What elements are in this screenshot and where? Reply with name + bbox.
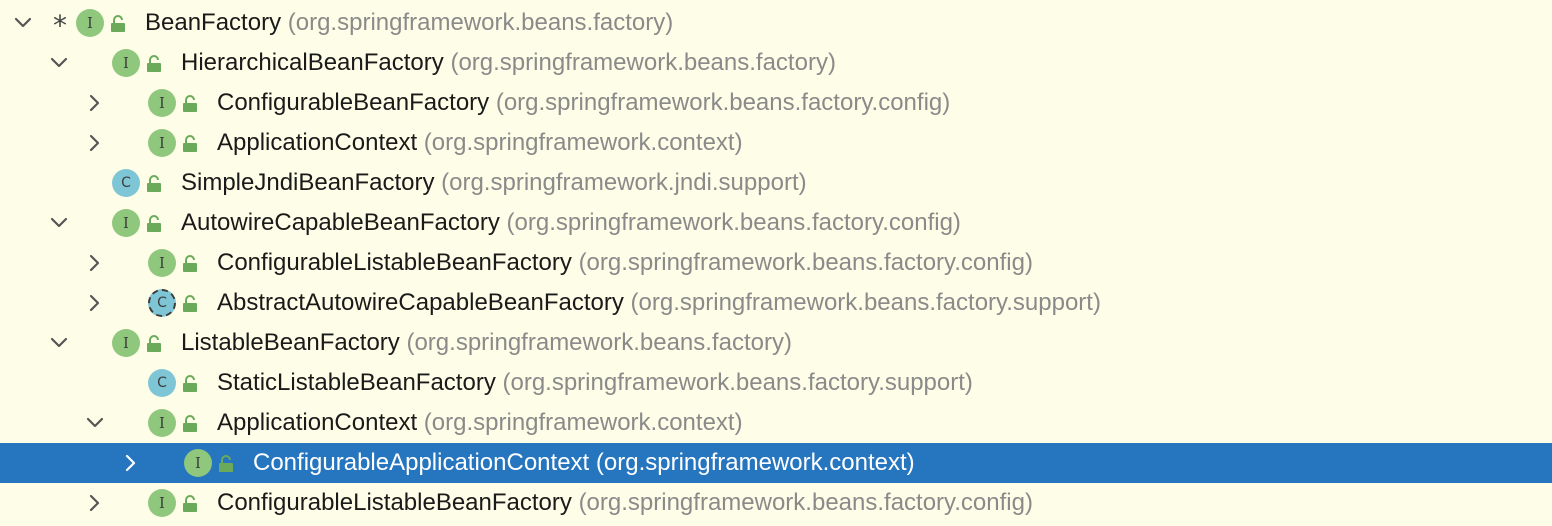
tree-node[interactable]: * I BeanFactory (org.springframework.bean… (0, 3, 1552, 43)
tree-node-label: ConfigurableListableBeanFactory (org.spr… (217, 483, 1033, 523)
tree-node[interactable]: I ConfigurableApplicationContext (org.sp… (0, 443, 1552, 483)
interface-icon: I (112, 49, 140, 77)
tree-node[interactable]: C SimpleJndiBeanFactory (org.springframe… (0, 163, 1552, 203)
type-name: AbstractAutowireCapableBeanFactory (217, 289, 624, 316)
base-type-marker: * (53, 9, 67, 42)
abstract-class-icon: C (148, 289, 176, 317)
interface-icon: I (76, 9, 104, 37)
package-name: (org.springframework.context) (595, 449, 915, 476)
package-name: (org.springframework.beans.factory) (450, 49, 836, 76)
package-name: (org.springframework.beans.factory.confi… (506, 209, 961, 236)
type-name: SimpleJndiBeanFactory (181, 169, 435, 196)
package-name: (org.springframework.beans.factory.suppo… (630, 289, 1101, 316)
tree-node[interactable]: I ConfigurableBeanFactory (org.springfra… (0, 83, 1552, 123)
type-hierarchy-tree: * I BeanFactory (org.springframework.bean… (0, 0, 1552, 526)
tree-node-label: ApplicationContext (org.springframework.… (217, 403, 743, 443)
type-name: ApplicationContext (217, 129, 418, 156)
package-name: (org.springframework.beans.factory) (287, 9, 674, 36)
tree-node[interactable]: I ListableBeanFactory (org.springframewo… (0, 323, 1552, 363)
public-lock-icon (146, 55, 162, 73)
type-name: ApplicationContext (217, 409, 418, 436)
public-lock-icon (182, 295, 198, 313)
package-name: (org.springframework.beans.factory.confi… (578, 249, 1033, 276)
class-icon: C (112, 169, 140, 197)
tree-node-label: StaticListableBeanFactory (org.springfra… (217, 363, 973, 403)
type-name: AutowireCapableBeanFactory (181, 209, 500, 236)
tree-node[interactable]: I ApplicationContext (org.springframewor… (0, 123, 1552, 163)
public-lock-icon (110, 15, 126, 33)
tree-node-label: ConfigurableBeanFactory (org.springframe… (217, 83, 950, 123)
public-lock-icon (218, 455, 234, 473)
type-name: ConfigurableListableBeanFactory (217, 249, 572, 276)
tree-node[interactable]: I AutowireCapableBeanFactory (org.spring… (0, 203, 1552, 243)
chevron-right-icon[interactable] (118, 443, 144, 483)
interface-icon: I (112, 209, 140, 237)
chevron-down-icon[interactable] (46, 203, 72, 243)
tree-node-label: ConfigurableListableBeanFactory (org.spr… (217, 243, 1033, 283)
chevron-right-icon[interactable] (82, 123, 108, 163)
tree-node-label: SimpleJndiBeanFactory (org.springframewo… (181, 163, 807, 203)
tree-node-label: ListableBeanFactory (org.springframework… (181, 323, 792, 363)
interface-icon: I (184, 449, 212, 477)
interface-icon: I (148, 129, 176, 157)
interface-icon: I (148, 489, 176, 517)
type-name: ConfigurableApplicationContext (253, 449, 590, 476)
type-name: BeanFactory (145, 9, 282, 36)
interface-icon: I (148, 409, 176, 437)
package-name: (org.springframework.beans.factory) (406, 329, 792, 356)
tree-node-label: ApplicationContext (org.springframework.… (217, 123, 743, 163)
public-lock-icon (182, 95, 198, 113)
public-lock-icon (182, 255, 198, 273)
package-name: (org.springframework.beans.factory.confi… (495, 89, 951, 116)
package-name: (org.springframework.beans.factory.suppo… (502, 369, 973, 396)
tree-node[interactable]: I HierarchicalBeanFactory (org.springfra… (0, 43, 1552, 83)
interface-icon: I (112, 329, 140, 357)
chevron-down-icon[interactable] (46, 323, 72, 363)
tree-node[interactable]: I ConfigurableListableBeanFactory (org.s… (0, 243, 1552, 283)
chevron-right-icon[interactable] (82, 243, 108, 283)
type-name: StaticListableBeanFactory (217, 369, 496, 396)
chevron-right-icon[interactable] (82, 483, 108, 523)
package-name: (org.springframework.context) (423, 129, 743, 156)
public-lock-icon (182, 415, 198, 433)
tree-node[interactable]: I ApplicationContext (org.springframewor… (0, 403, 1552, 443)
public-lock-icon (146, 215, 162, 233)
interface-icon: I (148, 89, 176, 117)
package-name: (org.springframework.context) (423, 409, 743, 436)
chevron-down-icon[interactable] (46, 43, 72, 83)
type-name: ListableBeanFactory (181, 329, 400, 356)
tree-node-label: AbstractAutowireCapableBeanFactory (org.… (217, 283, 1101, 323)
tree-node[interactable]: C AbstractAutowireCapableBeanFactory (or… (0, 283, 1552, 323)
chevron-down-icon[interactable] (10, 3, 36, 43)
tree-node[interactable]: C StaticListableBeanFactory (org.springf… (0, 363, 1552, 403)
type-name: ConfigurableListableBeanFactory (217, 489, 572, 516)
public-lock-icon (182, 135, 198, 153)
tree-node-label: ConfigurableApplicationContext (org.spri… (253, 443, 915, 483)
tree-node-label: BeanFactory (org.springframework.beans.f… (145, 3, 673, 43)
chevron-right-icon[interactable] (82, 283, 108, 323)
public-lock-icon (182, 375, 198, 393)
class-icon: C (148, 369, 176, 397)
tree-node-label: AutowireCapableBeanFactory (org.springfr… (181, 203, 961, 243)
public-lock-icon (182, 495, 198, 513)
public-lock-icon (146, 175, 162, 193)
type-name: HierarchicalBeanFactory (181, 49, 444, 76)
chevron-right-icon[interactable] (82, 83, 108, 123)
tree-node-label: HierarchicalBeanFactory (org.springframe… (181, 43, 836, 83)
tree-node[interactable]: I ConfigurableListableBeanFactory (org.s… (0, 483, 1552, 523)
public-lock-icon (146, 335, 162, 353)
package-name: (org.springframework.beans.factory.confi… (578, 489, 1033, 516)
interface-icon: I (148, 249, 176, 277)
type-name: ConfigurableBeanFactory (217, 89, 490, 116)
package-name: (org.springframework.jndi.support) (441, 169, 807, 196)
chevron-down-icon[interactable] (82, 403, 108, 443)
